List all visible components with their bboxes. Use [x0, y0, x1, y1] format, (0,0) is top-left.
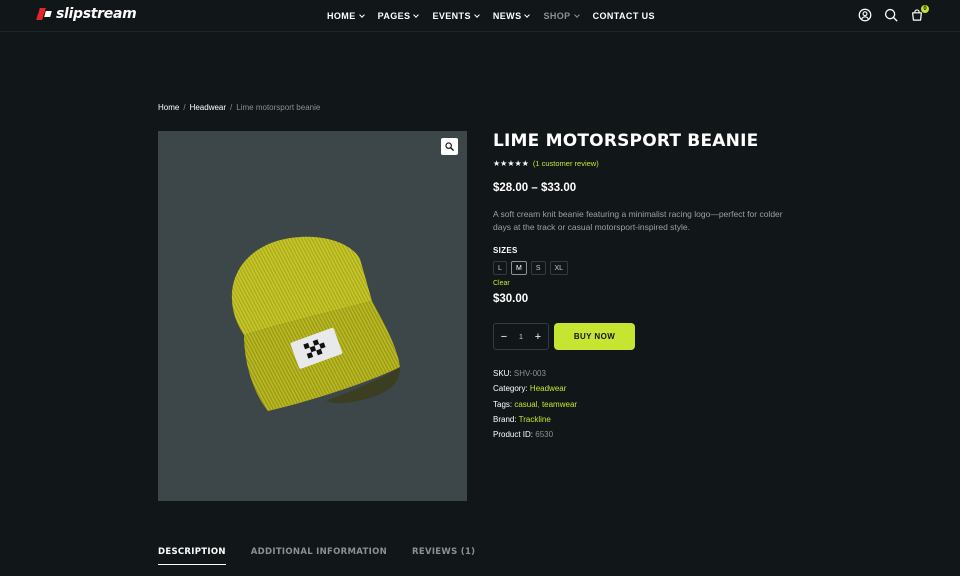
- nav-label: SHOP: [543, 10, 571, 21]
- nav-news[interactable]: NEWS: [492, 10, 531, 21]
- magnifier-icon: [445, 142, 454, 151]
- search-icon[interactable]: [884, 8, 898, 22]
- nav-label: HOME: [327, 10, 356, 21]
- nav-label: EVENTS: [432, 10, 471, 21]
- category-row: Category: Headwear: [493, 381, 813, 396]
- main-nav: HOME PAGES EVENTS NEWS SHOP CONTACT US: [327, 0, 655, 31]
- brand-row: Brand: Trackline: [493, 412, 813, 427]
- nav-pages[interactable]: PAGES: [377, 10, 420, 21]
- tab-reviews[interactable]: REVIEWS (1): [412, 547, 475, 565]
- buy-now-button[interactable]: BUY NOW: [554, 323, 635, 350]
- quantity-stepper: − 1 +: [493, 323, 549, 350]
- size-selector: L M S XL: [493, 261, 813, 275]
- tags-row: Tags: casual, teamwear: [493, 397, 813, 412]
- star-rating-icon: ★★★★★: [493, 159, 529, 168]
- checkered-flag-icon: [36, 6, 52, 22]
- size-option-s[interactable]: S: [530, 261, 546, 275]
- breadcrumb-current: Lime motorsport beanie: [236, 103, 321, 112]
- sizes-label: SIZES: [493, 246, 518, 255]
- site-header: slipstream HOME PAGES EVENTS NEWS SHOP C…: [0, 0, 960, 32]
- nav-shop[interactable]: SHOP: [543, 10, 580, 21]
- header-actions: 0: [858, 5, 929, 22]
- nav-label: CONTACT US: [592, 10, 655, 21]
- tab-additional-information[interactable]: ADDITIONAL INFORMATION: [251, 547, 387, 565]
- cart-count-badge: 0: [921, 5, 929, 13]
- chevron-down-icon: [474, 11, 480, 18]
- nav-events[interactable]: EVENTS: [432, 10, 480, 21]
- meta-label: Category:: [493, 384, 528, 394]
- nav-home[interactable]: HOME: [327, 10, 365, 21]
- product-image[interactable]: [158, 131, 467, 501]
- breadcrumb-separator: /: [183, 103, 186, 112]
- product-meta: SKU: SHV-003 Category: Headwear Tags: ca…: [493, 366, 813, 442]
- category-link[interactable]: Headwear: [530, 384, 566, 393]
- meta-label: Brand:: [493, 414, 517, 424]
- product-id-value: 6530: [535, 430, 554, 440]
- nav-contact-us[interactable]: CONTACT US: [593, 11, 655, 21]
- chevron-down-icon: [524, 11, 531, 18]
- sku-value: SHV-003: [513, 369, 546, 378]
- zoom-button[interactable]: [441, 138, 458, 155]
- breadcrumb-headwear[interactable]: Headwear: [190, 103, 226, 112]
- decrease-quantity-button[interactable]: −: [500, 331, 508, 343]
- product-title: LIME MOTORSPORT BEANIE: [493, 131, 759, 151]
- add-to-cart-row: − 1 + BUY NOW: [493, 323, 813, 350]
- brand-name: slipstream: [56, 6, 137, 22]
- variation-price: $30.00: [493, 293, 529, 305]
- rating: ★★★★★ (1 customer review): [493, 159, 813, 168]
- brand-logo[interactable]: slipstream: [36, 6, 137, 22]
- tag-link-casual[interactable]: casual: [514, 400, 537, 409]
- brand-link[interactable]: Trackline: [519, 415, 551, 424]
- meta-label: SKU:: [493, 369, 512, 378]
- product-tabs: DESCRIPTION ADDITIONAL INFORMATION REVIE…: [158, 547, 475, 565]
- nav-label: NEWS: [492, 10, 522, 21]
- clear-selection-link[interactable]: Clear: [493, 280, 813, 287]
- breadcrumb-separator: /: [230, 103, 233, 112]
- customer-review-link[interactable]: (1 customer review): [533, 159, 599, 168]
- account-icon[interactable]: [858, 8, 872, 22]
- breadcrumb-home[interactable]: Home: [158, 103, 179, 112]
- beanie-illustration: [231, 236, 400, 411]
- chevron-down-icon: [573, 11, 580, 18]
- size-option-xl[interactable]: XL: [549, 261, 569, 275]
- chevron-down-icon: [358, 11, 365, 18]
- increase-quantity-button[interactable]: +: [534, 331, 542, 343]
- nav-label: PAGES: [377, 10, 411, 21]
- meta-label: Product ID:: [493, 430, 534, 440]
- breadcrumb: Home / Headwear / Lime motorsport beanie: [158, 103, 320, 112]
- product-id-row: Product ID: 6530: [493, 427, 813, 442]
- chevron-down-icon: [413, 11, 420, 18]
- short-description: A soft cream knit beanie featuring a min…: [493, 209, 783, 232]
- product-summary: LIME MOTORSPORT BEANIE ★★★★★ (1 customer…: [493, 131, 813, 442]
- size-option-m[interactable]: M: [511, 261, 527, 275]
- sku-row: SKU: SHV-003: [493, 366, 813, 381]
- quantity-input[interactable]: 1: [519, 332, 523, 341]
- price-range: $28.00 – $33.00: [493, 182, 577, 194]
- tab-description[interactable]: DESCRIPTION: [158, 547, 226, 565]
- size-option-l[interactable]: L: [493, 261, 507, 275]
- cart-icon[interactable]: 0: [910, 5, 929, 22]
- tag-link-teamwear[interactable]: teamwear: [542, 400, 577, 409]
- meta-label: Tags:: [493, 399, 513, 409]
